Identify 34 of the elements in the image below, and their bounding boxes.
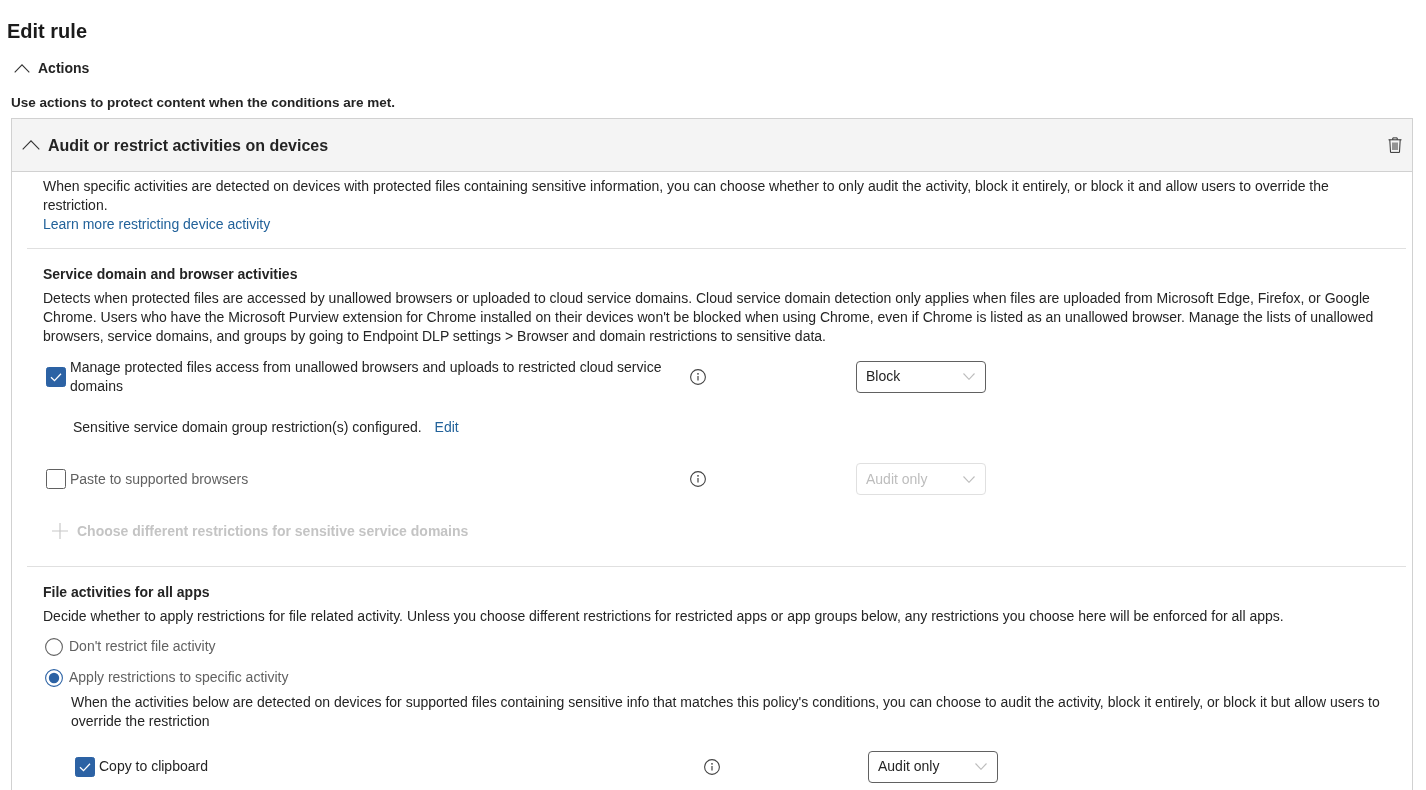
radio-button[interactable] bbox=[45, 637, 63, 656]
checkbox[interactable] bbox=[46, 366, 66, 387]
dropdown[interactable]: Audit only bbox=[868, 750, 998, 783]
info-icon[interactable] bbox=[704, 758, 720, 775]
checkbox[interactable] bbox=[75, 756, 95, 777]
card-toggle[interactable]: Audit or restrict activities on devices bbox=[22, 135, 329, 155]
delete-button[interactable] bbox=[1388, 137, 1402, 153]
description-text: When specific activities are detected on devices with protected files containing sensitive information, you can choose whether to only audit the activity, block it entirely, or block it and allow users to override the restriction. bbox=[42, 177, 1330, 215]
section-heading: Service domain and browser activities bbox=[43, 265, 299, 284]
radio-label: Apply restrictions to specific activity bbox=[69, 668, 289, 687]
section-heading: File activities for all apps bbox=[43, 583, 211, 602]
description-text: Decide whether to apply restrictions for file related activity. Unless you choose different restrictions for restricted apps or app groups below, any restrictions you choose here will be enforced for all apps. bbox=[43, 607, 1285, 626]
radio-label: Don't restrict file activity bbox=[69, 637, 216, 656]
dropdown[interactable]: Block bbox=[856, 360, 986, 393]
page-title: Edit rule bbox=[7, 19, 88, 44]
checkbox-label: Paste to supported browsers bbox=[70, 469, 250, 489]
status-text: Sensitive service domain group restriction(s) configured. bbox=[73, 417, 422, 437]
chevron-down-icon bbox=[963, 373, 975, 380]
info-icon[interactable] bbox=[690, 471, 706, 487]
checkbox-label: Manage protected files access from unallowed browsers and uploads to restricted cloud service domains bbox=[70, 357, 663, 396]
info-icon[interactable] bbox=[690, 368, 706, 385]
description-text: Detects when protected files are accessed by unallowed browsers or uploaded to cloud service domains. Cloud service domain detection only applies when files are uploaded from Microsoft Edge, Firefox, or Google Chrome. Users who have the Microsoft Purview extension for Chrome installed on their devices won't be blocked when using Chrome, even if Chrome is listed as an unallowed browser. Manage the lists of unallowed browsers, service domains, and groups by going to Endpoint DLP settings > Browser and domain restrictions to sensitive data. bbox=[43, 289, 1375, 346]
checkbox-label: Copy to clipboard bbox=[99, 757, 209, 776]
learn-more-link[interactable]: Learn more restricting device activity bbox=[43, 216, 271, 232]
description-text: Use actions to protect content when the conditions are met. bbox=[11, 94, 397, 112]
checkbox[interactable] bbox=[46, 469, 66, 489]
section-toggle[interactable]: Actions bbox=[14, 56, 90, 80]
description-text: When the activities below are detected on devices for supported files containing sensitive info that matches this policy's conditions, you can choose to audit the activity, block it entirely, or block it but allow users to override the restriction bbox=[71, 693, 1381, 731]
chevron-down-icon bbox=[963, 475, 975, 483]
radio-button[interactable] bbox=[45, 668, 63, 687]
chevron-down-icon bbox=[975, 763, 987, 770]
trash-icon bbox=[1388, 137, 1402, 153]
plus-icon bbox=[52, 523, 68, 539]
edit-link[interactable]: Edit bbox=[434, 417, 459, 437]
